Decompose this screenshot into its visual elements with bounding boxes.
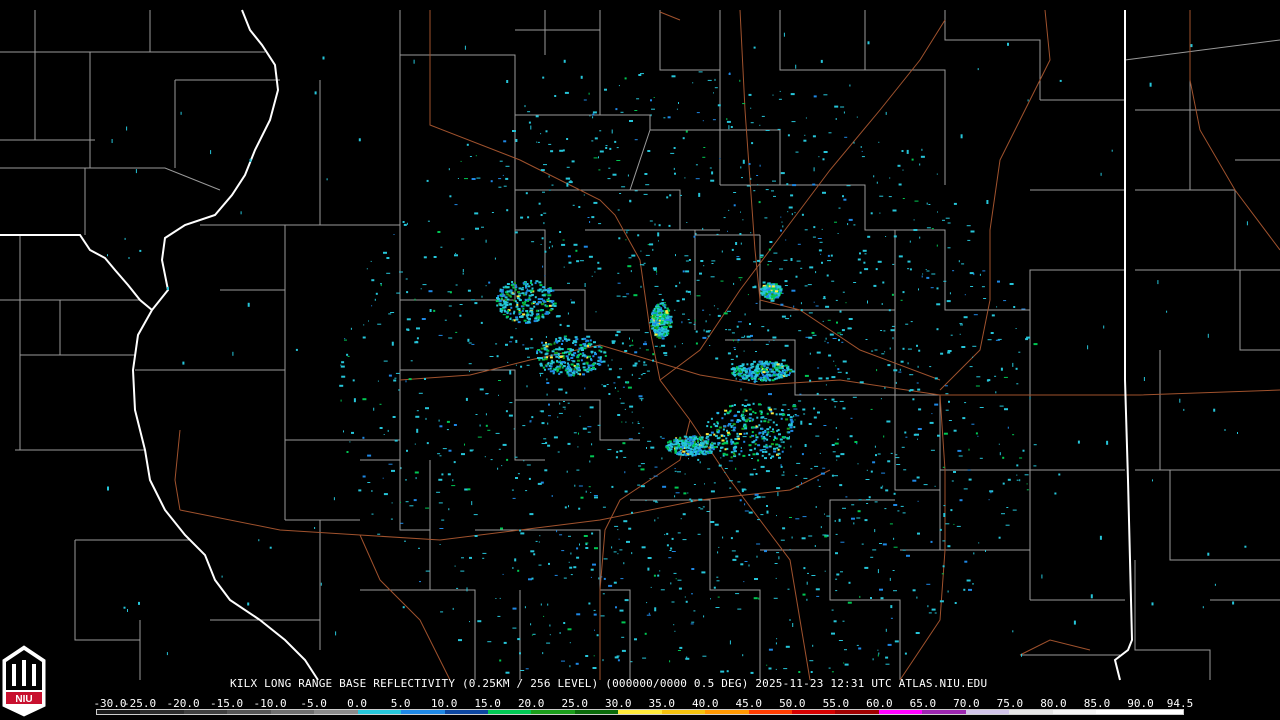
colorbar-segment — [487, 710, 532, 714]
colorbar-segment — [1052, 710, 1097, 714]
logo-text: NIU — [15, 694, 32, 705]
colorbar-segment — [792, 710, 836, 714]
niu-logo-icon: NIU — [2, 645, 46, 717]
product-caption: KILX LONG RANGE BASE REFLECTIVITY (0.25K… — [230, 677, 988, 690]
colorbar-segment — [140, 710, 184, 714]
colorbar-segment — [574, 710, 619, 714]
colorbar-segment — [314, 710, 358, 714]
colorbar-segment — [1009, 710, 1053, 714]
radar-map: NIU — [0, 0, 1280, 720]
colorbar-segment — [97, 710, 141, 714]
colorbar-segment — [878, 710, 923, 714]
colorbar-segment — [531, 710, 575, 714]
colorbar-segment — [922, 710, 966, 714]
colorbar-segment — [401, 710, 445, 714]
colorbar-segment — [748, 710, 792, 714]
colorbar-segment — [705, 710, 749, 714]
colorbar-segment — [965, 710, 1010, 714]
colorbar-segment — [835, 710, 879, 714]
colorbar-segment — [270, 710, 315, 714]
colorbar-tick-labels: -30.0 -25.0 -20.0 -15.0 -10.0 -5.0 0.0 5.0 10.0 1… — [93, 697, 1200, 710]
reflectivity-colorbar — [96, 709, 1184, 715]
colorbar-segment — [1139, 710, 1183, 714]
colorbar-segment — [618, 710, 662, 714]
colorbar-segment — [1096, 710, 1140, 714]
colorbar-segment — [444, 710, 488, 714]
colorbar-segment — [183, 710, 228, 714]
colorbar-segment — [227, 710, 271, 714]
colorbar-segment — [357, 710, 402, 714]
colorbar-segment — [661, 710, 706, 714]
